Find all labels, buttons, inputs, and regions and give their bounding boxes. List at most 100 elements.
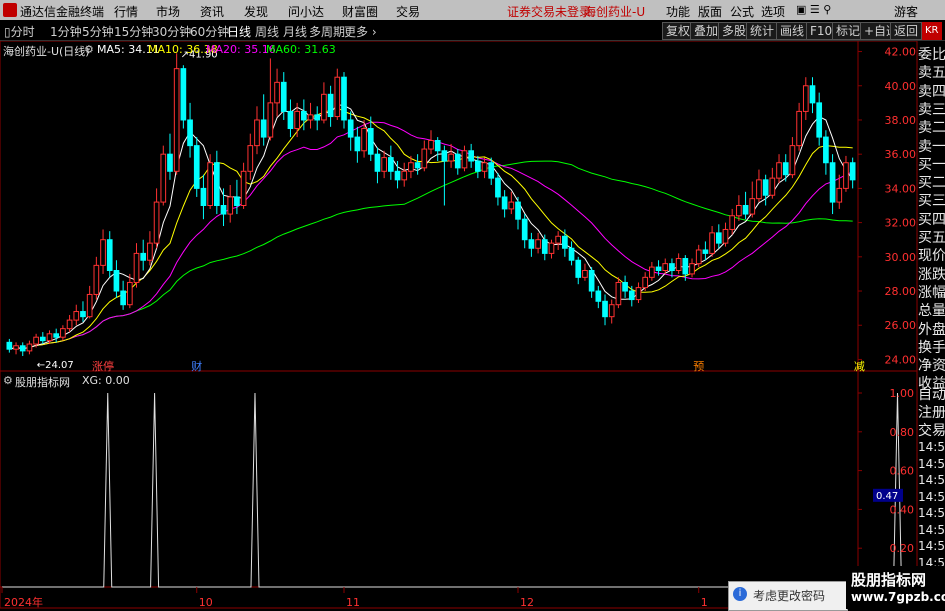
candle-body: [789, 145, 796, 176]
candle-body: [488, 162, 495, 179]
candle-body: [628, 290, 635, 301]
candle-body: [394, 170, 401, 181]
candle-body: [300, 110, 307, 121]
candle-body: [6, 341, 13, 350]
period-5min[interactable]: 5分钟: [82, 23, 114, 40]
side-panel-lower-item[interactable]: 注册: [918, 402, 945, 422]
side-panel-lower-item[interactable]: 自动: [918, 384, 945, 404]
candle-body: [756, 179, 762, 200]
candle-body: [46, 333, 53, 342]
side-panel-item: 涨跌: [918, 266, 945, 283]
period-more[interactable]: 更多 ›: [344, 23, 377, 40]
candle-body: [280, 81, 287, 112]
candle-body: [468, 150, 475, 162]
candle-body: [274, 81, 280, 104]
guest-label[interactable]: 游客: [894, 3, 918, 20]
low-label: ←24.07: [37, 360, 74, 371]
period-60min[interactable]: 60分钟: [190, 23, 229, 40]
menu-discover[interactable]: 发现: [244, 3, 268, 20]
candle-body: [414, 162, 421, 169]
candle-body: [200, 187, 207, 206]
side-time: 14:55: [918, 456, 945, 471]
menu-function[interactable]: 功能: [666, 3, 690, 20]
menu-options[interactable]: 选项: [761, 3, 785, 20]
candle-body: [66, 319, 73, 330]
stats-button[interactable]: 统计: [746, 22, 779, 40]
candle-body: [260, 119, 267, 138]
window-icons[interactable]: ▣ ☰ ⚲: [796, 3, 831, 16]
price-axis-label: 28.00: [885, 285, 917, 298]
candle-body: [742, 205, 749, 215]
period-monthly[interactable]: 月线: [283, 23, 307, 40]
candle-body: [381, 157, 387, 172]
popup-text: 考虑更改密码: [753, 589, 826, 603]
period-fenshi[interactable]: ▯分时: [4, 23, 35, 40]
candle-body: [80, 311, 86, 318]
candle-body: [408, 162, 414, 172]
candle-body: [809, 85, 816, 104]
candle-body: [568, 247, 575, 261]
candle-body: [655, 266, 662, 272]
candle-body: [528, 239, 535, 249]
candle-body: [173, 68, 180, 172]
period-multi[interactable]: 多周期: [309, 23, 345, 40]
period-30min[interactable]: 30分钟: [152, 23, 191, 40]
candle-body: [695, 249, 702, 265]
candle-body: [247, 145, 254, 172]
side-panel-item: 外盘: [918, 321, 945, 338]
candle-body: [220, 205, 227, 215]
candle-body: [796, 110, 802, 147]
candle-body: [575, 259, 582, 278]
candle-body: [475, 160, 481, 172]
candle-body: [227, 196, 234, 215]
candle-body: [113, 270, 120, 292]
menu-formula[interactable]: 公式: [730, 3, 754, 20]
info-gear-icon[interactable]: ⚙: [84, 43, 94, 56]
candle-body: [736, 205, 742, 217]
candle-body: [608, 304, 615, 318]
date-label: 10: [199, 596, 213, 609]
ind-axis-label: 0.60: [890, 465, 915, 478]
menu-ask[interactable]: 问小达: [288, 3, 324, 20]
menu-wealth[interactable]: 财富圈: [342, 3, 378, 20]
ma60-label: MA60: 31.63: [266, 43, 336, 56]
kr-button[interactable]: KR: [922, 22, 942, 40]
period-weekly[interactable]: 周线: [255, 23, 279, 40]
back-button[interactable]: 返回: [890, 22, 923, 40]
candle-body: [535, 239, 541, 249]
period-1min[interactable]: 1分钟: [50, 23, 82, 40]
candle-body: [702, 249, 709, 254]
menu-trade[interactable]: 交易: [396, 3, 420, 20]
candle-body: [374, 153, 381, 172]
change-password-popup[interactable]: i 考虑更改密码: [728, 581, 848, 611]
period-toolbar: ▯分时 1分钟 5分钟 15分钟 30分钟 60分钟 日线 周线 月线 多周期 …: [0, 20, 945, 41]
date-label: 11: [346, 596, 360, 609]
candle-body: [354, 136, 361, 152]
indicator-gear-icon[interactable]: ⚙: [3, 374, 13, 387]
stock-tab[interactable]: 海创药业-U: [584, 3, 645, 20]
price-axis-label: 38.00: [885, 114, 917, 127]
info-icon: i: [733, 587, 747, 601]
period-daily[interactable]: 日线: [227, 23, 251, 40]
candle-body: [642, 276, 649, 289]
draw-button[interactable]: 画线: [776, 22, 809, 40]
candle-body: [153, 201, 160, 244]
candle-body: [307, 114, 314, 121]
menu-quotes[interactable]: 行情: [114, 3, 138, 20]
app-name: 通达信金融终端: [20, 5, 105, 19]
menu-layout[interactable]: 版面: [698, 3, 722, 20]
candles: [6, 53, 856, 357]
candle-body: [240, 170, 247, 206]
event-marker: 预: [693, 360, 704, 373]
candle-body: [823, 136, 829, 164]
candle-body: [836, 187, 843, 203]
candle-body: [106, 239, 113, 271]
menu-market[interactable]: 市场: [156, 3, 180, 20]
kline-chart[interactable]: 42.00 40.00 38.00 36.00 34.00 32.00 30.00 28.00…: [0, 41, 918, 609]
side-panel-lower-item[interactable]: 交易: [918, 420, 945, 440]
candle-body: [341, 76, 347, 121]
candle-body: [715, 232, 722, 244]
menu-news[interactable]: 资讯: [200, 3, 224, 20]
period-15min[interactable]: 15分钟: [114, 23, 153, 40]
login-notice[interactable]: 证券交易未登录: [507, 3, 591, 20]
